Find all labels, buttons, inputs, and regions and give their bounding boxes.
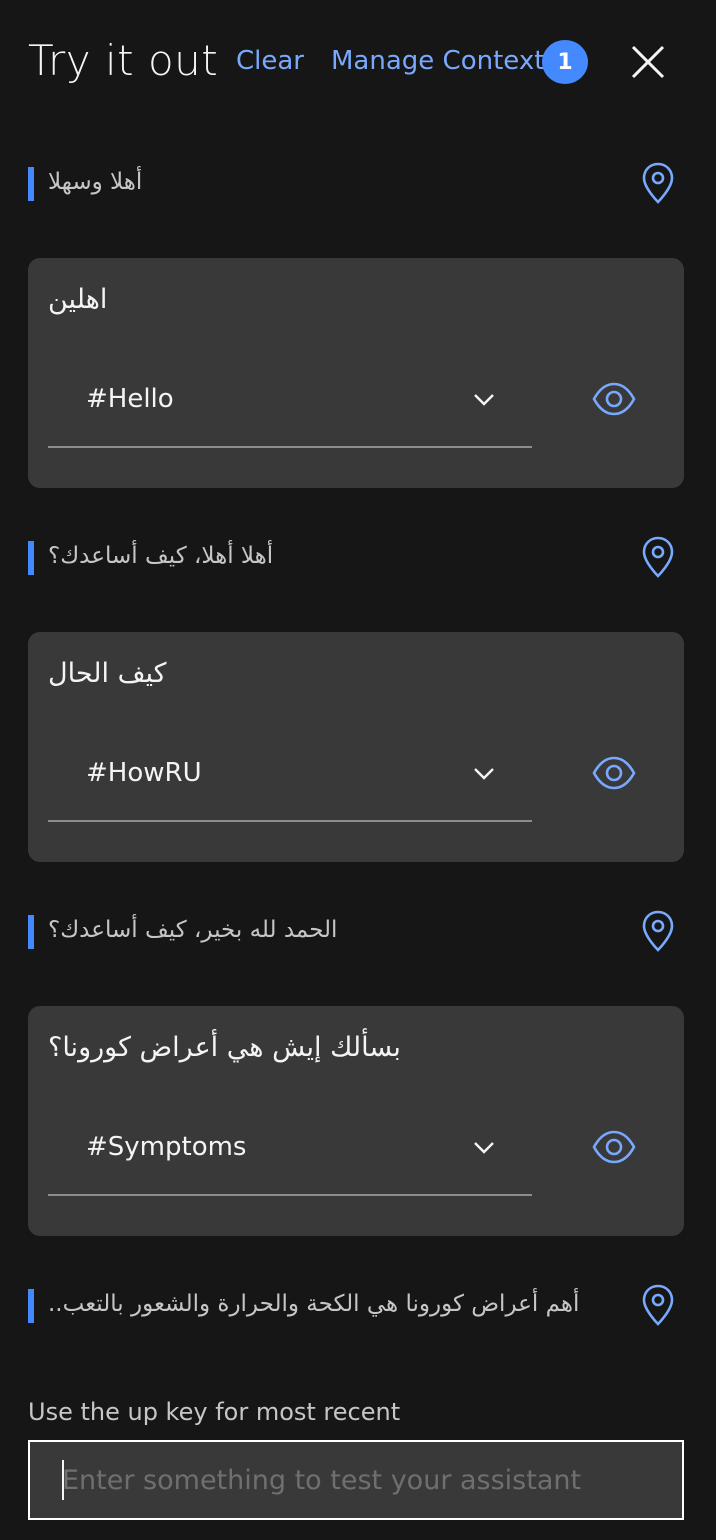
bot-message: أهلا وسهلا: [0, 162, 716, 237]
message-indicator-bar: [28, 167, 34, 201]
message-indicator-bar: [28, 915, 34, 949]
intent-value: #HowRU: [86, 758, 202, 788]
intent-value: #Symptoms: [86, 1132, 247, 1162]
bot-message: أهلا أهلا، كيف أساعدك؟: [0, 536, 716, 611]
eye-icon[interactable]: [592, 382, 636, 416]
chevron-down-icon: [474, 768, 494, 780]
close-icon[interactable]: [628, 42, 668, 82]
input-hint: Use the up key for most recent: [28, 1398, 401, 1426]
user-message-card: بسألك إيش هي أعراض كورونا؟ #Symptoms: [28, 1006, 684, 1236]
bot-message-text: أهلا وسهلا: [48, 169, 143, 195]
intent-dropdown[interactable]: #HowRU: [48, 740, 532, 822]
message-indicator-bar: [28, 1289, 34, 1323]
message-indicator-bar: [28, 541, 34, 575]
eye-icon[interactable]: [592, 1130, 636, 1164]
user-utterance: اهلين: [48, 284, 108, 315]
location-pin-icon[interactable]: [640, 161, 676, 205]
panel-title: Try it out: [28, 36, 219, 85]
user-utterance: بسألك إيش هي أعراض كورونا؟: [48, 1032, 401, 1063]
user-utterance: كيف الحال: [48, 658, 167, 689]
chevron-down-icon: [474, 1142, 494, 1154]
bot-message-text: أهم أعراض كورونا هي الكحة والحرارة والشع…: [48, 1291, 580, 1317]
location-pin-icon[interactable]: [640, 535, 676, 579]
message-input-container: [28, 1440, 684, 1520]
bot-message-text: الحمد لله بخير، كيف أساعدك؟: [48, 917, 338, 943]
bot-message: أهم أعراض كورونا هي الكحة والحرارة والشع…: [0, 1284, 716, 1359]
panel-header: Try it out Clear Manage Context 1: [0, 0, 716, 125]
manage-context-button[interactable]: Manage Context: [331, 46, 544, 76]
intent-value: #Hello: [86, 384, 174, 414]
bot-message: الحمد لله بخير، كيف أساعدك؟: [0, 910, 716, 985]
location-pin-icon[interactable]: [640, 909, 676, 953]
bot-message-text: أهلا أهلا، كيف أساعدك؟: [48, 543, 274, 569]
intent-dropdown[interactable]: #Hello: [48, 366, 532, 448]
clear-button[interactable]: Clear: [236, 46, 304, 76]
intent-dropdown[interactable]: #Symptoms: [48, 1114, 532, 1196]
chevron-down-icon: [474, 394, 494, 406]
eye-icon[interactable]: [592, 756, 636, 790]
context-count-badge[interactable]: 1: [542, 40, 588, 84]
user-message-card: اهلين #Hello: [28, 258, 684, 488]
message-input[interactable]: [62, 1456, 662, 1504]
user-message-card: كيف الحال #HowRU: [28, 632, 684, 862]
location-pin-icon[interactable]: [640, 1283, 676, 1327]
